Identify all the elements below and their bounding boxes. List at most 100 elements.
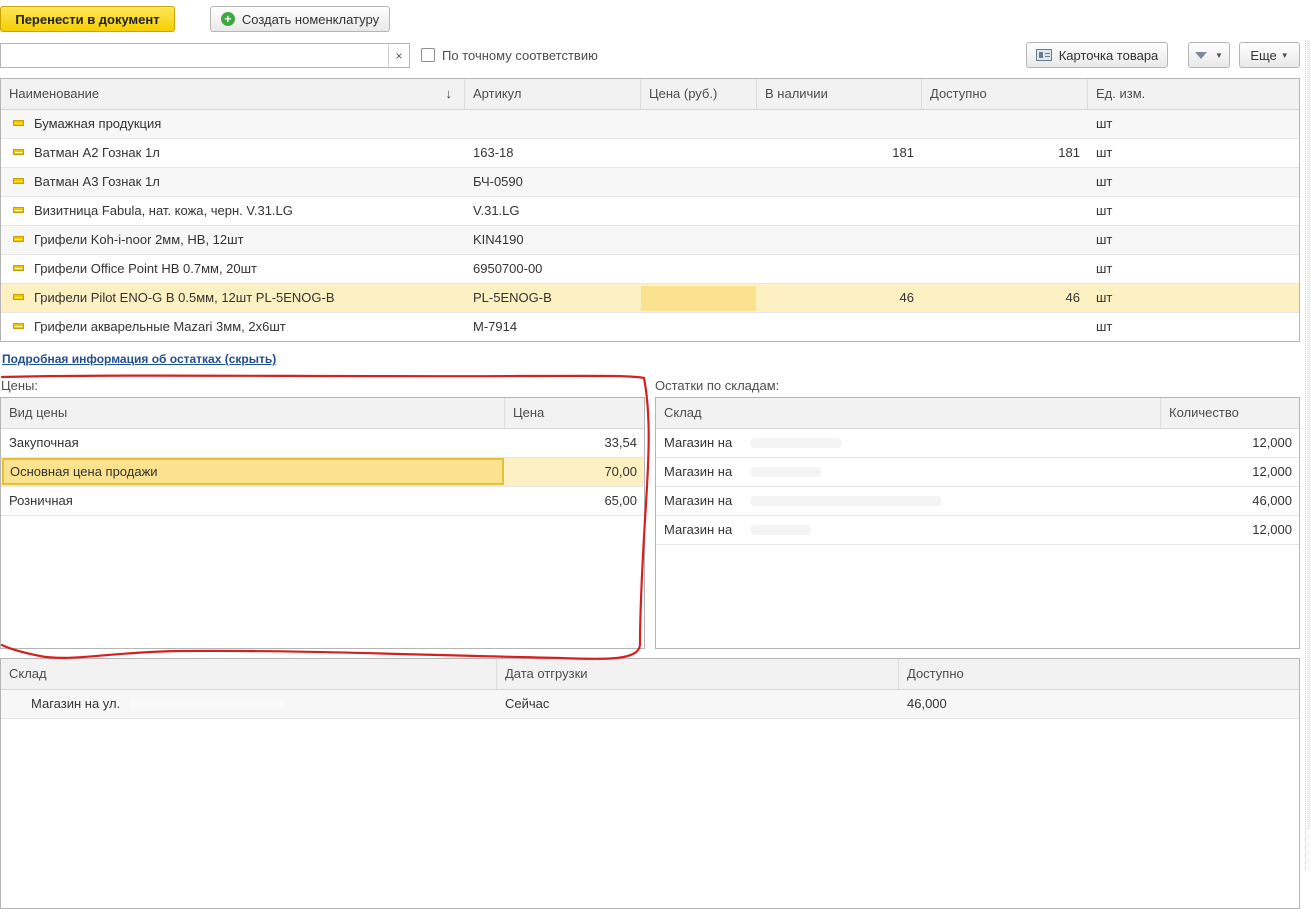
cell-price-focused[interactable] — [641, 286, 756, 311]
scrollbar[interactable] — [1307, 40, 1310, 830]
column-header-available[interactable]: Доступно — [922, 79, 1088, 109]
cell-quantity: 12,000 — [1252, 522, 1292, 537]
cell-price-type: Закупочная — [9, 435, 79, 450]
table-row[interactable]: Магазин на 12,000 — [656, 429, 1299, 458]
cell-available — [922, 110, 1088, 138]
column-header-warehouse[interactable]: Склад — [656, 398, 1161, 428]
product-card-icon — [1035, 49, 1052, 61]
column-header-unit[interactable]: Ед. изм. — [1088, 79, 1299, 109]
column-header-label: Цена — [513, 405, 545, 420]
redacted-text — [751, 438, 841, 448]
product-card-button[interactable]: Карточка товара — [1026, 42, 1168, 68]
column-header-quantity[interactable]: Количество — [1161, 398, 1299, 428]
table-row-selected[interactable]: Грифели Pilot ENO-G B 0.5мм, 12шт PL-5EN… — [1, 284, 1299, 313]
column-header-label: Доступно — [907, 666, 964, 681]
column-header-in-stock[interactable]: В наличии — [757, 79, 922, 109]
column-header-warehouse[interactable]: Склад — [1, 659, 497, 689]
column-header-label: Дата отгрузки — [505, 666, 588, 681]
table-header: Склад Дата отгрузки Доступно — [1, 659, 1299, 690]
column-header-ship-date[interactable]: Дата отгрузки — [497, 659, 899, 689]
column-header-name[interactable]: Наименование ↓ — [1, 79, 465, 109]
table-row[interactable]: Ватман А3 Гознак 1л БЧ-0590 шт — [1, 168, 1299, 197]
chevron-down-icon: ▼ — [1215, 50, 1223, 60]
column-header-label: Количество — [1169, 405, 1239, 420]
column-header-label: Цена (руб.) — [649, 86, 718, 101]
cell-article — [465, 110, 641, 138]
table-row-selected[interactable]: Основная цена продажи 70,00 — [1, 458, 644, 487]
transfer-to-document-button[interactable]: Перенести в документ — [0, 6, 175, 32]
cell-available — [922, 313, 1088, 341]
cell-available — [922, 226, 1088, 254]
cell-unit: шт — [1096, 232, 1113, 247]
table-row[interactable]: Магазин на 12,000 — [656, 458, 1299, 487]
clear-icon: × — [395, 48, 403, 63]
nomenclature-table: Наименование ↓ Артикул Цена (руб.) В нал… — [0, 78, 1300, 342]
column-header-article[interactable]: Артикул — [465, 79, 641, 109]
cell-quantity: 12,000 — [1252, 435, 1292, 450]
table-row[interactable]: Розничная 65,00 — [1, 487, 644, 516]
filter-icon — [1195, 51, 1208, 59]
table-row[interactable]: Визитница Fabula, нат. кожа, черн. V.31.… — [1, 197, 1299, 226]
cell-unit: шт — [1096, 174, 1113, 189]
more-button[interactable]: Еще ▼ — [1239, 42, 1300, 68]
column-header-label: Ед. изм. — [1096, 86, 1146, 101]
cell-name: Грифели Koh-i-noor 2мм, HB, 12шт — [34, 232, 244, 247]
clear-search-button[interactable]: × — [388, 44, 409, 67]
prices-label: Цены: — [1, 378, 38, 393]
cell-available — [922, 255, 1088, 283]
column-header-label: Склад — [664, 405, 702, 420]
cell-price: 65,00 — [604, 493, 637, 508]
exact-match-label: По точному соответствию — [442, 48, 598, 63]
cell-unit: шт — [1096, 145, 1113, 160]
column-header-label: В наличии — [765, 86, 828, 101]
table-row[interactable]: Закупочная 33,54 — [1, 429, 644, 458]
item-icon — [13, 120, 24, 126]
cell-article: БЧ-0590 — [473, 174, 523, 189]
table-row[interactable]: Магазин на 12,000 — [656, 516, 1299, 545]
table-row[interactable]: Грифели Office Point HB 0.7мм, 20шт 6950… — [1, 255, 1299, 284]
prices-table: Вид цены Цена Закупочная 33,54 Основная … — [0, 397, 645, 649]
table-row[interactable]: Магазин на 46,000 — [656, 487, 1299, 516]
redacted-text — [751, 467, 821, 477]
cell-price-type: Розничная — [9, 493, 73, 508]
redacted-text — [129, 699, 284, 709]
cell-unit: шт — [1096, 261, 1113, 276]
cell-in-stock — [757, 255, 922, 283]
cell-in-stock — [757, 168, 922, 196]
cell-warehouse: Магазин на — [664, 464, 733, 479]
cell-article: KIN4190 — [473, 232, 524, 247]
cell-warehouse: Магазин на — [664, 435, 733, 450]
item-icon — [13, 323, 24, 329]
create-label: Создать номенклатуру — [241, 11, 380, 27]
column-header-price[interactable]: Цена — [505, 398, 644, 428]
column-header-label: Доступно — [930, 86, 987, 101]
item-icon — [13, 207, 24, 213]
cell-article: M-7914 — [473, 319, 518, 334]
cell-quantity: 12,000 — [1252, 464, 1292, 479]
cell-in-stock — [757, 110, 922, 138]
column-header-price[interactable]: Цена (руб.) — [641, 79, 757, 109]
column-header-label: Вид цены — [9, 405, 68, 420]
cell-price-type-focused[interactable]: Основная цена продажи — [2, 458, 504, 485]
cell-unit: шт — [1096, 319, 1113, 334]
column-header-price-type[interactable]: Вид цены — [1, 398, 505, 428]
search-input[interactable]: × — [0, 43, 410, 68]
exact-match-checkbox[interactable] — [421, 48, 435, 62]
cell-available: 181 — [1058, 145, 1080, 160]
cell-price: 33,54 — [604, 435, 637, 450]
chevron-down-icon: ▼ — [1280, 50, 1289, 60]
cell-warehouse: Магазин на — [664, 522, 733, 537]
table-row[interactable]: Грифели акварельные Mazari 3мм, 2х6шт M-… — [1, 313, 1299, 341]
scroll-guide — [1305, 40, 1306, 870]
add-icon: + — [220, 12, 235, 26]
column-header-available[interactable]: Доступно — [899, 659, 1299, 689]
shipment-table: Склад Дата отгрузки Доступно Магазин на … — [0, 658, 1300, 909]
create-nomenclature-button[interactable]: + Создать номенклатуру — [210, 6, 390, 32]
stock-details-toggle-link[interactable]: Подробная информация об остатках (скрыть… — [2, 352, 276, 366]
table-row[interactable]: Магазин на ул. Сейчас 46,000 — [1, 690, 1299, 719]
table-row[interactable]: Грифели Koh-i-noor 2мм, HB, 12шт KIN4190… — [1, 226, 1299, 255]
table-row[interactable]: Бумажная продукция шт — [1, 110, 1299, 139]
sort-arrow-icon: ↓ — [445, 86, 453, 101]
table-row[interactable]: Ватман А2 Гознак 1л 163-18 181 181 шт — [1, 139, 1299, 168]
filter-button[interactable]: ▼ — [1188, 42, 1230, 68]
